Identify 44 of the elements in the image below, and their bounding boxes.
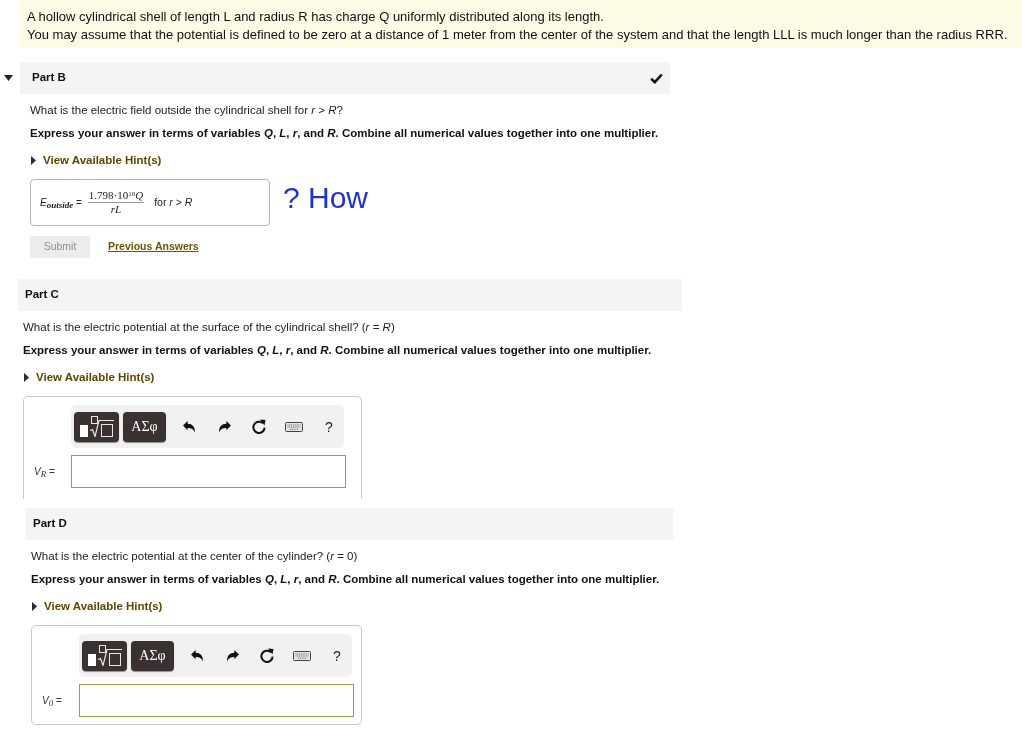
- caret-icon: [32, 601, 37, 611]
- redo-icon: [225, 649, 239, 662]
- part-title: Part C: [25, 287, 59, 303]
- question-text: What is the electric potential at the surface of the cylindrical shell? (r = R): [23, 320, 395, 334]
- fraction-denominator: rL: [110, 203, 122, 216]
- reset-icon: [260, 648, 274, 663]
- redo-icon: [217, 420, 231, 433]
- part-title: Part B: [32, 70, 66, 86]
- view-hints-link[interactable]: View Available Hint(s): [32, 599, 163, 613]
- caret-icon[interactable]: [4, 75, 13, 81]
- greek-symbols-button[interactable]: ΑΣφ: [123, 411, 166, 442]
- root-template-icon: [87, 645, 122, 666]
- keyboard-icon: [285, 421, 303, 432]
- handwritten-note: ? How: [283, 181, 369, 215]
- math-templates-button[interactable]: [82, 640, 127, 671]
- undo-icon: [190, 649, 204, 662]
- instruction-text: Express your answer in terms of variables Q, L, r, and R. Combine all numerical values together into one multiplier.: [30, 126, 659, 140]
- problem-text: A hollow cylindrical shell of length L and radius R has charge Q uniformly distributed along its length.: [27, 9, 605, 24]
- math-templates-button[interactable]: [74, 411, 119, 442]
- fraction-numerator: 1.798·10$^{10}$Q: [87, 189, 145, 203]
- condition-text: for r > R: [154, 194, 193, 210]
- instruction-text: Express your answer in terms of variables Q, L, r, and R. Combine all numerical values together into one multiplier.: [31, 572, 660, 586]
- equation-lhs: V$_{0}$ =: [42, 694, 63, 708]
- greek-symbols-button[interactable]: ΑΣφ: [131, 640, 174, 671]
- help-button[interactable]: ?: [319, 416, 339, 437]
- answer-input[interactable]: [79, 684, 354, 717]
- instruction-text: Express your answer in terms of variables Q, L, r, and R. Combine all numerical values together into one multiplier.: [23, 343, 652, 357]
- root-template-icon: [79, 416, 114, 437]
- equation-lhs: V$_{R}$ =: [34, 465, 56, 479]
- reset-icon: [252, 419, 266, 434]
- previous-answers-link[interactable]: Previous Answers: [108, 239, 199, 255]
- equation-lhs: E$_{outside}$ =: [40, 196, 82, 210]
- part-title: Part D: [33, 516, 67, 532]
- caret-icon: [31, 155, 36, 165]
- undo-icon: [182, 420, 196, 433]
- problem-text: You may assume that the potential is defined to be zero at a distance of 1 meter from the center of the system and that the length LLL is much longer than the radius RRR.: [27, 27, 1009, 42]
- caret-icon: [24, 372, 29, 382]
- question-text: What is the electric potential at the center of the cylinder? (r = 0): [31, 549, 358, 563]
- answer-input[interactable]: [71, 455, 346, 488]
- view-hints-link[interactable]: View Available Hint(s): [24, 370, 155, 384]
- view-hints-link[interactable]: View Available Hint(s): [31, 153, 162, 167]
- question-text: What is the electric field outside the cylindrical shell for r > R?: [30, 103, 343, 117]
- keyboard-icon: [293, 650, 311, 661]
- help-button[interactable]: ?: [327, 645, 347, 666]
